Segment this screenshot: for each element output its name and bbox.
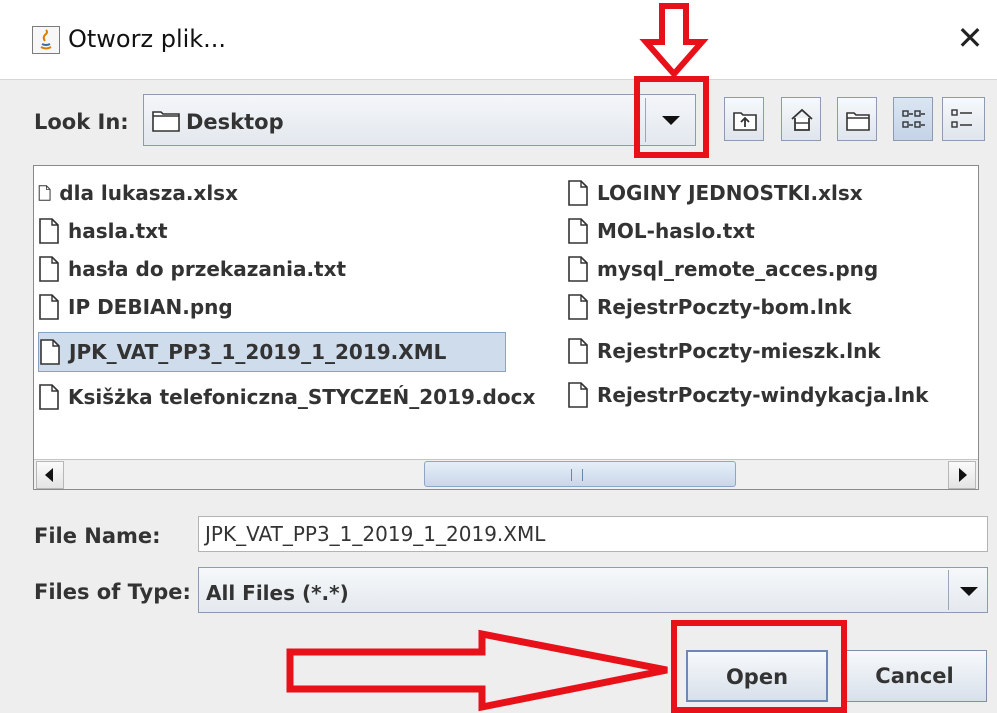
- java-app-icon: [32, 26, 60, 54]
- folder-icon: [152, 108, 180, 136]
- file-item[interactable]: hasła do przekazania.txt: [38, 250, 358, 288]
- file-name: RejestrPoczty-bom.lnk: [597, 295, 852, 319]
- file-item[interactable]: dla lukasza.xlsx: [38, 174, 238, 212]
- file-icon: [568, 180, 588, 206]
- up-folder-icon: [733, 112, 757, 131]
- file-item[interactable]: RejestrPoczty-mieszk.lnk: [567, 332, 972, 370]
- file-icon: [40, 339, 60, 365]
- new-folder-button[interactable]: [837, 97, 877, 141]
- files-of-type-label: Files of Type:: [34, 580, 191, 604]
- file-name: hasła do przekazania.txt: [68, 257, 347, 281]
- file-column-right: LOGINY JEDNOSTKI.xlsx MOL-haslo.txt mysq…: [567, 174, 972, 414]
- file-name: Ksišżka telefoniczna_STYCZEŃ_2019.docx: [68, 385, 536, 409]
- file-icon: [39, 294, 59, 320]
- chevron-right-icon: [959, 468, 967, 482]
- file-name: RejestrPoczty-windykacja.lnk: [597, 383, 929, 407]
- file-item[interactable]: IP DEBIAN.png: [38, 288, 238, 326]
- scroll-thumb[interactable]: [424, 461, 736, 487]
- annotation-arrow-right-icon: [286, 629, 668, 712]
- file-item[interactable]: RejestrPoczty-windykacja.lnk: [567, 376, 972, 414]
- file-icon: [568, 382, 588, 408]
- file-icon: [568, 218, 588, 244]
- file-name: MOL-haslo.txt: [597, 219, 755, 243]
- file-icon: [39, 384, 59, 410]
- annotation-highlight-dropdown: [634, 76, 709, 158]
- cancel-button[interactable]: Cancel: [842, 650, 987, 702]
- details-view-button[interactable]: [942, 97, 985, 141]
- file-item[interactable]: mysql_remote_acces.png: [567, 250, 972, 288]
- window-title: Otworz plik...: [68, 25, 227, 53]
- file-icon: [568, 338, 588, 364]
- list-view-icon: [902, 110, 925, 128]
- home-button[interactable]: [781, 97, 821, 141]
- chevron-left-icon: [45, 468, 53, 482]
- up-one-level-button[interactable]: [724, 97, 764, 141]
- file-name: mysql_remote_acces.png: [597, 257, 879, 281]
- combo-divider: [948, 570, 949, 610]
- file-item[interactable]: RejestrPoczty-bom.lnk: [567, 288, 972, 326]
- files-of-type-value: All Files (*.*): [206, 581, 349, 605]
- scroll-left-button[interactable]: [36, 461, 64, 489]
- file-name: hasla.txt: [68, 219, 168, 243]
- look-in-label: Look In:: [34, 110, 129, 134]
- file-icon: [38, 185, 51, 201]
- file-name: JPK_VAT_PP3_1_2019_1_2019.XML: [69, 340, 447, 364]
- file-icon: [568, 256, 588, 282]
- file-name-label: File Name:: [34, 524, 161, 548]
- file-icon: [39, 218, 59, 244]
- home-icon: [791, 108, 813, 131]
- details-view-icon: [951, 109, 972, 128]
- annotation-highlight-open: [671, 620, 847, 713]
- file-item[interactable]: MOL-haslo.txt: [567, 212, 972, 250]
- file-name: LOGINY JEDNOSTKI.xlsx: [597, 181, 863, 205]
- grip-icon: [571, 469, 583, 481]
- list-view-button[interactable]: [893, 97, 933, 141]
- file-name: RejestrPoczty-mieszk.lnk: [597, 339, 881, 363]
- annotation-arrow-down-icon: [639, 3, 709, 79]
- file-column-left: dla lukasza.xlsx hasla.txt hasła do prze…: [38, 174, 563, 416]
- file-name: IP DEBIAN.png: [68, 295, 233, 319]
- file-icon: [568, 294, 588, 320]
- chevron-down-icon[interactable]: [960, 587, 978, 596]
- file-name-input[interactable]: JPK_VAT_PP3_1_2019_1_2019.XML: [198, 516, 988, 552]
- close-icon[interactable]: ✕: [950, 18, 990, 58]
- file-item-selected[interactable]: JPK_VAT_PP3_1_2019_1_2019.XML: [38, 332, 506, 372]
- file-item[interactable]: Ksišżka telefoniczna_STYCZEŃ_2019.docx: [38, 378, 563, 416]
- scroll-right-button[interactable]: [948, 461, 976, 489]
- file-icon: [39, 256, 59, 282]
- new-folder-icon: [846, 112, 870, 131]
- look-in-value: Desktop: [186, 110, 284, 134]
- file-item[interactable]: LOGINY JEDNOSTKI.xlsx: [567, 174, 972, 212]
- file-name: dla lukasza.xlsx: [59, 181, 238, 205]
- file-item[interactable]: hasla.txt: [38, 212, 238, 250]
